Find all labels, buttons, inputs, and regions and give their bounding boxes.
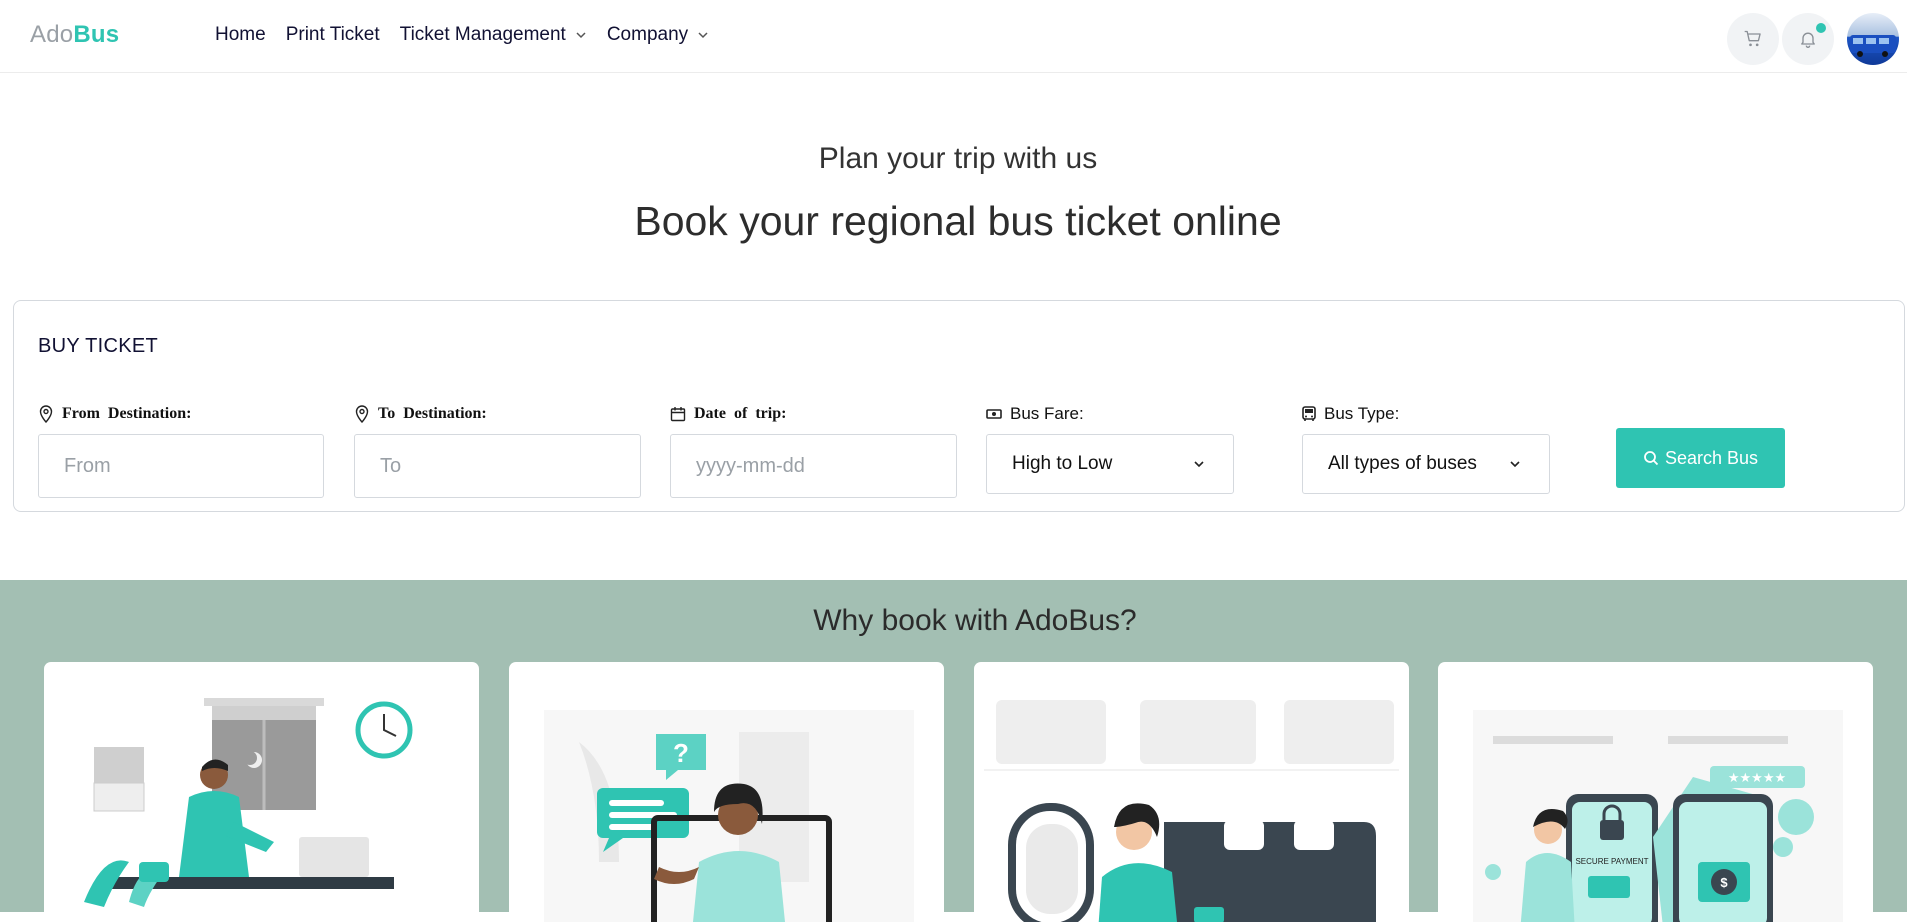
- cart-button[interactable]: [1727, 13, 1779, 65]
- svg-text:?: ?: [673, 738, 689, 768]
- to-input[interactable]: To: [354, 434, 641, 498]
- bus-icon: [1302, 406, 1316, 421]
- nav-print-ticket-label: Print Ticket: [285, 24, 380, 45]
- nav-home-label: Home: [215, 24, 266, 45]
- date-label: Date of trip:: [670, 403, 957, 425]
- svg-text:$: $: [1720, 875, 1728, 890]
- to-field: To Destination: To: [354, 403, 641, 498]
- date-field: Date of trip: yyyy-mm-dd: [670, 403, 957, 498]
- to-label-text: To Destination:: [378, 405, 487, 422]
- from-label: From Destination:: [38, 403, 324, 425]
- brand-logo-part1: Ado: [30, 21, 74, 48]
- calendar-icon: [670, 407, 686, 422]
- fare-select[interactable]: High to Low: [986, 434, 1234, 494]
- buy-ticket-title: BUY TICKET: [38, 335, 159, 357]
- bus-type-label-text: Bus Type:: [1324, 404, 1400, 423]
- fare-label-text: Bus Fare:: [1010, 404, 1084, 423]
- nav-company-label: Company: [606, 24, 689, 45]
- buy-ticket-card: BUY TICKET From Destination: From To Des…: [13, 300, 1905, 512]
- from-input[interactable]: From: [38, 434, 324, 498]
- fare-label: Bus Fare:: [986, 403, 1234, 425]
- from-label-text: From Destination:: [62, 405, 192, 422]
- cart-icon: [1744, 30, 1761, 47]
- brand-logo[interactable]: AdoBus: [30, 21, 119, 49]
- nav-home[interactable]: Home: [215, 22, 266, 48]
- from-field: From Destination: From: [38, 403, 324, 498]
- nav-print-ticket[interactable]: Print Ticket: [286, 22, 380, 48]
- chevron-down-icon: [576, 32, 586, 39]
- user-avatar[interactable]: [1847, 13, 1899, 65]
- why-section: Why book with AdoBus? ? ★★★★★ SECURE PAY…: [0, 580, 1907, 922]
- to-placeholder: To: [380, 454, 402, 477]
- fare-field: Bus Fare: High to Low: [986, 403, 1234, 494]
- why-title: Why book with AdoBus?: [813, 604, 1137, 637]
- hero-title: Book your regional bus ticket online: [634, 198, 1282, 244]
- nav-ticket-management[interactable]: Ticket Management: [400, 22, 587, 48]
- bus-type-field: Bus Type: All types of buses: [1302, 403, 1550, 494]
- top-navbar: AdoBus Home Print Ticket Ticket Manageme…: [0, 0, 1907, 73]
- from-placeholder: From: [64, 454, 111, 477]
- date-label-text: Date of trip:: [694, 405, 787, 422]
- travel-illustration: [984, 700, 1399, 922]
- main-nav: Home Print Ticket Ticket Management Comp…: [215, 22, 729, 48]
- map-pin-icon: [39, 405, 53, 423]
- feature-card-travel: [974, 662, 1409, 922]
- date-input[interactable]: yyyy-mm-dd: [670, 434, 957, 498]
- notifications-button[interactable]: [1782, 13, 1834, 65]
- nav-ticket-management-label: Ticket Management: [399, 24, 566, 45]
- hero-subtitle: Plan your trip with us: [818, 142, 1098, 175]
- secure-payment-caption: SECURE PAYMENT: [1575, 857, 1648, 866]
- brand-logo-part2: Bus: [73, 21, 120, 48]
- cash-icon: [986, 409, 1002, 419]
- feature-card-support: ?: [509, 662, 944, 922]
- bell-icon: [1801, 32, 1815, 48]
- chevron-down-icon: [698, 32, 708, 39]
- search-bus-button[interactable]: Search Bus: [1616, 428, 1785, 488]
- to-label: To Destination:: [354, 403, 641, 425]
- feature-card-payment: ★★★★★ SECURE PAYMENT $: [1438, 662, 1873, 922]
- chevron-down-icon: [1194, 461, 1204, 468]
- bus-type-select[interactable]: All types of buses: [1302, 434, 1550, 494]
- notification-dot: [1816, 23, 1826, 33]
- bus-type-label: Bus Type:: [1302, 403, 1550, 425]
- search-icon: [1644, 451, 1659, 466]
- booking-illustration: [84, 698, 413, 907]
- bus-avatar-image: [1850, 35, 1896, 57]
- nav-company[interactable]: Company: [607, 22, 709, 48]
- payment-illustration: ★★★★★ SECURE PAYMENT $: [1473, 710, 1843, 922]
- svg-text:★★★★★: ★★★★★: [1728, 771, 1786, 786]
- date-placeholder: yyyy-mm-dd: [696, 454, 805, 477]
- search-bus-label: Search Bus: [1664, 447, 1759, 468]
- chevron-down-icon: [1510, 461, 1520, 468]
- support-illustration: ?: [544, 710, 914, 922]
- feature-card-booking: [44, 662, 479, 922]
- fare-select-value: High to Low: [1012, 453, 1113, 474]
- bus-type-select-value: All types of buses: [1328, 453, 1477, 474]
- map-pin-icon: [355, 405, 369, 423]
